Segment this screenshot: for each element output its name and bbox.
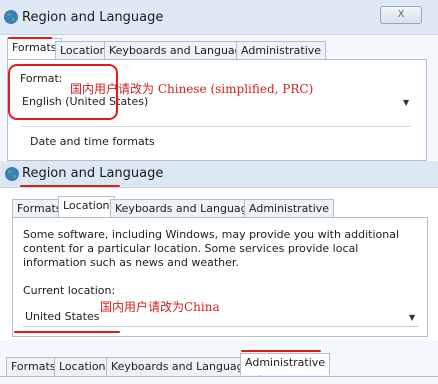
date-time-heading: Date and time formats (30, 135, 155, 148)
dialog-title: Region and Language (22, 10, 164, 25)
annotation-text: 国内用户请改为China (100, 300, 220, 314)
tab-keyboards-languages[interactable]: Keyboards and Languages (106, 357, 262, 376)
globe-icon (4, 10, 18, 24)
annotation-underline (20, 185, 120, 187)
tab-administrative[interactable]: Administrative (244, 199, 335, 218)
location-tab-pane: Some software, including Windows, may pr… (12, 217, 428, 337)
dialog-title: Region and Language (22, 166, 164, 181)
location-value: United States (25, 310, 100, 323)
close-icon: X (397, 9, 405, 20)
tab-formats[interactable]: Formats (7, 38, 62, 60)
globe-icon (5, 167, 19, 181)
tab-keyboards-languages[interactable]: Keyboards and Languages (110, 199, 266, 218)
tab-administrative[interactable]: Administrative (240, 353, 331, 375)
location-dropdown[interactable]: United States ▼ (23, 308, 419, 327)
annotation-underline (241, 350, 321, 352)
current-location-label: Current location: (23, 284, 116, 297)
annotation-text: 国内用户请改为 Chinese (simplified, PRC) (70, 82, 314, 96)
tab-location[interactable]: Location (58, 196, 115, 218)
close-button[interactable]: X (380, 6, 422, 24)
tab-administrative[interactable]: Administrative (236, 41, 327, 60)
location-screenshot-panel: Region and Language Formats Location Key… (0, 161, 438, 339)
chevron-down-icon: ▼ (403, 98, 410, 107)
formats-screenshot-panel: Region and Language X Formats Location K… (0, 0, 438, 161)
tab-location[interactable]: Location (54, 357, 111, 376)
tab-strip-divider (0, 376, 438, 377)
annotation-underline (8, 37, 52, 39)
chevron-down-icon: ▼ (409, 313, 416, 322)
title-bar: Region and Language X (0, 0, 438, 35)
tab-formats[interactable]: Formats (6, 357, 61, 376)
title-bar: Region and Language (0, 161, 438, 188)
administrative-screenshot-panel: Formats Location Keyboards and Languages… (0, 340, 438, 384)
location-description: Some software, including Windows, may pr… (23, 228, 400, 269)
date-time-group: Date and time formats (20, 126, 412, 157)
annotation-underline (14, 331, 120, 333)
